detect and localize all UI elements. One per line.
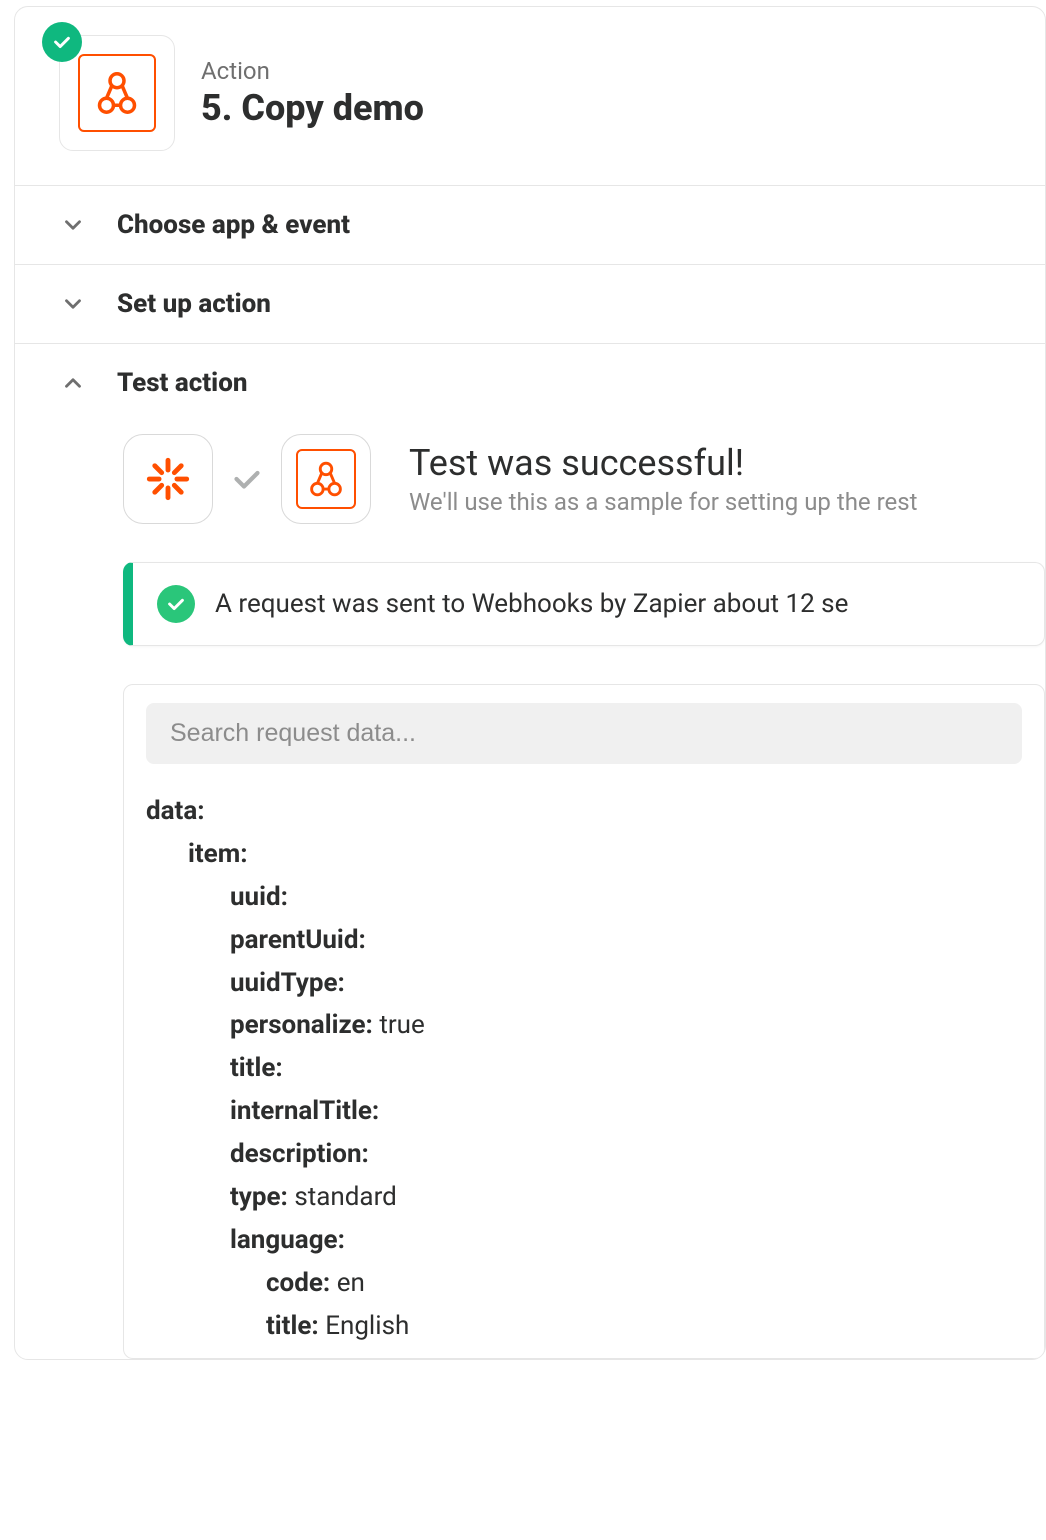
tree-row: item: xyxy=(146,833,1022,876)
section-test-title: Test action xyxy=(117,368,247,398)
tree-row: title: xyxy=(146,1047,1022,1090)
check-separator xyxy=(227,461,267,497)
banner-check-circle xyxy=(157,585,195,623)
section-choose-head[interactable]: Choose app & event xyxy=(15,186,1045,264)
webhook-icon xyxy=(303,456,349,502)
tree-row: uuid: xyxy=(146,876,1022,919)
section-setup-title: Set up action xyxy=(117,289,271,319)
chevron-up-icon xyxy=(59,369,87,397)
tree-row: personalize: true xyxy=(146,1004,1022,1047)
tree-row: internalTitle: xyxy=(146,1090,1022,1133)
webhook-app-icon xyxy=(78,54,156,132)
tree-row: uuidType: xyxy=(146,962,1022,1005)
action-label: Action xyxy=(201,57,424,85)
chevron-down-icon xyxy=(59,211,87,239)
webhook-icon xyxy=(89,65,145,121)
action-card: Action 5. Copy demo Choose app & event S… xyxy=(14,6,1046,1360)
check-icon xyxy=(229,461,265,497)
section-setup-action: Set up action xyxy=(15,264,1045,343)
action-card-header: Action 5. Copy demo xyxy=(15,7,1045,185)
test-subheading: We'll use this as a sample for setting u… xyxy=(409,488,917,516)
check-icon xyxy=(51,31,73,53)
tree-row: language: xyxy=(146,1219,1022,1262)
zapier-icon xyxy=(142,453,194,505)
tree-row: type: standard xyxy=(146,1176,1022,1219)
tree-row: data: xyxy=(146,790,1022,833)
action-title: 5. Copy demo xyxy=(201,87,424,129)
check-icon xyxy=(165,593,187,615)
webhook-app-inner xyxy=(296,449,356,509)
app-icon-container xyxy=(59,35,175,151)
test-heading: Test was successful! xyxy=(409,442,917,484)
tree-row: description: xyxy=(146,1133,1022,1176)
chevron-down-icon xyxy=(59,290,87,318)
section-choose-app-event: Choose app & event xyxy=(15,185,1045,264)
tree-row: code: en xyxy=(146,1262,1022,1305)
tree-row: title: English xyxy=(146,1305,1022,1348)
data-tree: data: item: uuid: parentUuid: uuidType: … xyxy=(124,764,1044,1358)
zapier-app-pill xyxy=(123,434,213,524)
search-wrap xyxy=(146,703,1022,764)
test-body: Test was successful! We'll use this as a… xyxy=(15,422,1045,1359)
webhook-app-pill xyxy=(281,434,371,524)
test-text: Test was successful! We'll use this as a… xyxy=(409,442,917,516)
section-setup-head[interactable]: Set up action xyxy=(15,265,1045,343)
banner-text: A request was sent to Webhooks by Zapier… xyxy=(215,589,848,619)
apps-row: Test was successful! We'll use this as a… xyxy=(123,434,1045,524)
section-choose-title: Choose app & event xyxy=(117,210,350,240)
tree-row: parentUuid: xyxy=(146,919,1022,962)
success-badge xyxy=(42,22,82,62)
data-panel: data: item: uuid: parentUuid: uuidType: … xyxy=(123,684,1045,1359)
section-test-head[interactable]: Test action xyxy=(15,344,1045,422)
success-banner: A request was sent to Webhooks by Zapier… xyxy=(123,562,1045,646)
header-text: Action 5. Copy demo xyxy=(201,57,424,129)
section-test-action: Test action xyxy=(15,343,1045,1359)
search-input[interactable] xyxy=(170,719,998,748)
